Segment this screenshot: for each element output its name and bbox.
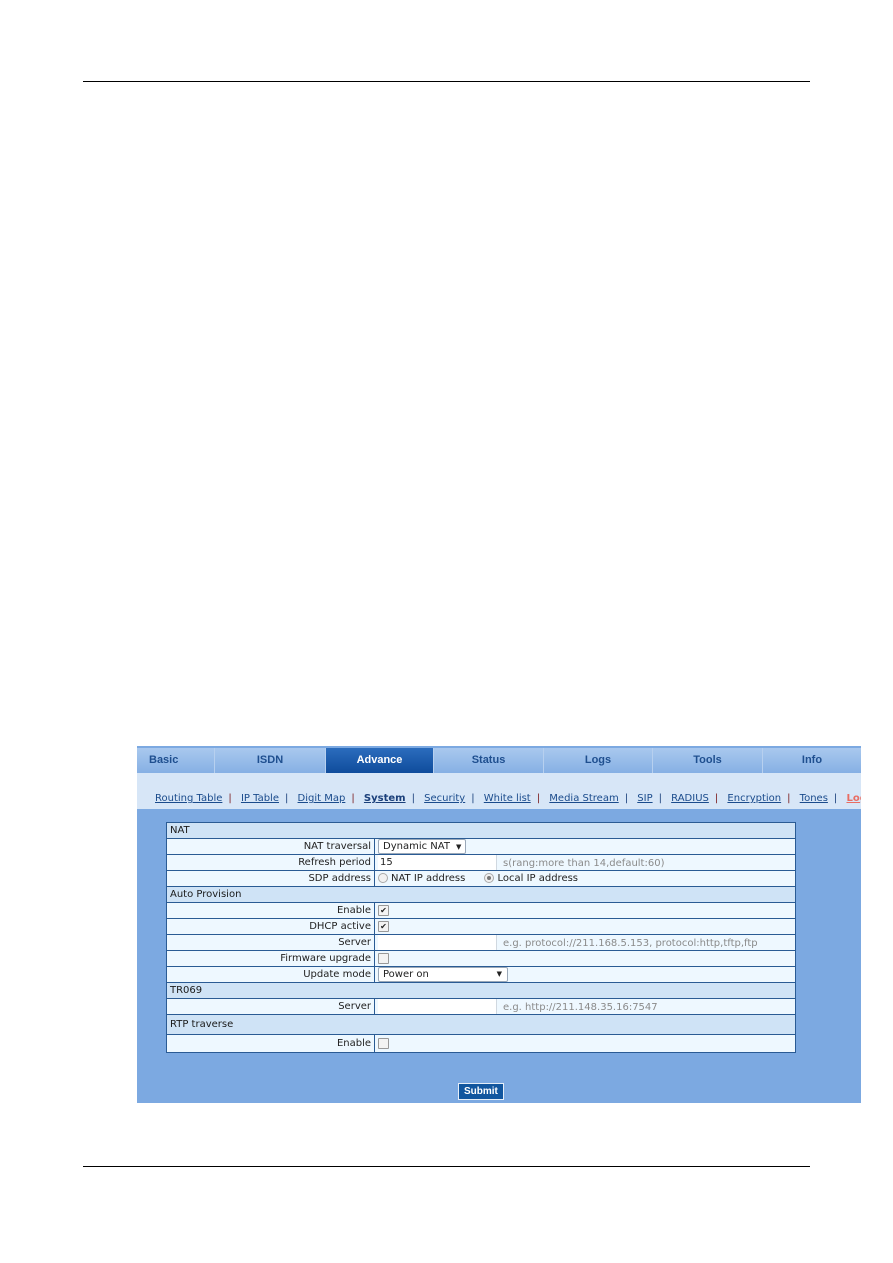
row-refresh-period: Refresh period 15 s(rang:more than 14,def… [166, 854, 796, 871]
subnav-digit-map[interactable]: Digit Map [298, 793, 346, 804]
subnav-encryption[interactable]: Encryption [727, 793, 781, 804]
tr069-server-input[interactable] [378, 999, 497, 1014]
separator: | [787, 793, 791, 804]
tab-isdn[interactable]: ISDN [215, 748, 326, 773]
dropdown-arrow-icon: ▼ [455, 843, 462, 851]
select-value: Dynamic NAT [383, 841, 450, 852]
auto-provision-server-hint: e.g. protocol://211.168.5.153, protocol:… [503, 937, 758, 949]
separator: | [471, 793, 475, 804]
field-label: Enable [166, 1034, 375, 1053]
field-label: Update mode [166, 966, 375, 983]
subnav-sip[interactable]: SIP [637, 793, 652, 804]
sdp-nat-ip-radio[interactable] [378, 873, 388, 883]
sdp-local-ip-radio[interactable] [484, 873, 495, 883]
tab-basic[interactable]: Basic [137, 748, 215, 773]
separator: | [228, 793, 232, 804]
system-settings-form: NAT NAT traversal Dynamic NAT ▼ Refresh p… [166, 822, 796, 1053]
auto-provision-enable-checkbox[interactable]: ✔ [378, 904, 389, 916]
tab-advance[interactable]: Advance [326, 748, 434, 773]
subnav-ip-table[interactable]: IP Table [241, 793, 279, 804]
subnav-media-stream[interactable]: Media Stream [549, 793, 618, 804]
sub-navigation: Routing Table | IP Table | Digit Map | Syst… [137, 773, 861, 809]
section-auto-provision: Auto Provision [166, 886, 796, 903]
subnav-tones[interactable]: Tones [800, 793, 828, 804]
subnav-routing-table[interactable]: Routing Table [155, 793, 222, 804]
radio-label: NAT IP address [391, 873, 466, 884]
field-label: NAT traversal [166, 838, 375, 855]
section-title: Auto Provision [166, 886, 796, 903]
row-nat-traversal: NAT traversal Dynamic NAT ▼ [166, 838, 796, 855]
footer-rule [83, 1166, 810, 1167]
subnav-security[interactable]: Security [424, 793, 465, 804]
section-nat: NAT [166, 822, 796, 839]
section-rtp-traverse: RTP traverse [166, 1014, 796, 1035]
field-label: DHCP active [166, 918, 375, 935]
row-ap-enable: Enable ✔ [166, 902, 796, 919]
rtp-traverse-enable-checkbox[interactable] [378, 1037, 389, 1049]
separator: | [411, 793, 415, 804]
field-label: Enable [166, 902, 375, 919]
tab-info[interactable]: Info [763, 748, 861, 773]
separator: | [284, 793, 289, 804]
tab-status[interactable]: Status [434, 748, 544, 773]
tab-logs[interactable]: Logs [544, 748, 653, 773]
check-icon: ✔ [380, 921, 387, 931]
check-icon: ✔ [380, 905, 387, 915]
tr069-server-hint: e.g. http://211.148.35.16:7547 [503, 1001, 658, 1013]
row-sdp-address: SDP address NAT IP address Local IP addr… [166, 870, 796, 887]
field-label: Server [166, 934, 375, 951]
separator: | [624, 793, 629, 804]
separator: | [714, 793, 719, 804]
subnav-system[interactable]: System [364, 793, 406, 804]
row-update-mode: Update mode Power on ▼ [166, 966, 796, 983]
section-title: RTP traverse [166, 1014, 796, 1035]
main-tabs: Basic ISDN Advance Status Logs Tools Inf… [137, 748, 861, 773]
section-title: TR069 [166, 982, 796, 999]
dhcp-active-checkbox[interactable]: ✔ [378, 920, 389, 932]
header-rule [83, 81, 810, 82]
field-label: SDP address [166, 870, 375, 887]
tab-tools[interactable]: Tools [653, 748, 763, 773]
logout-link[interactable]: Logout [846, 793, 861, 804]
refresh-period-input[interactable]: 15 [378, 855, 497, 870]
separator: | [536, 793, 541, 804]
separator: | [833, 793, 838, 804]
refresh-period-hint: s(rang:more than 14,default:60) [503, 857, 665, 869]
update-mode-select[interactable]: Power on ▼ [378, 967, 508, 982]
web-ui-screenshot: Basic ISDN Advance Status Logs Tools Inf… [137, 746, 861, 1103]
row-ap-server: Server e.g. protocol://211.168.5.153, pr… [166, 934, 796, 951]
auto-provision-server-input[interactable] [378, 935, 497, 950]
row-dhcp-active: DHCP active ✔ [166, 918, 796, 935]
separator: | [658, 793, 662, 804]
field-label: Refresh period [166, 854, 375, 871]
separator: | [351, 793, 355, 804]
row-tr069-server: Server e.g. http://211.148.35.16:7547 [166, 998, 796, 1015]
firmware-upgrade-checkbox[interactable] [378, 952, 389, 964]
subnav-white-list[interactable]: White list [484, 793, 531, 804]
radio-label: Local IP address [497, 873, 579, 884]
subnav-radius[interactable]: RADIUS [671, 793, 709, 804]
field-label: Firmware upgrade [166, 950, 375, 967]
field-label: Server [166, 998, 375, 1015]
section-title: NAT [166, 822, 796, 839]
select-value: Power on [383, 969, 429, 980]
dropdown-arrow-icon: ▼ [496, 970, 502, 978]
nat-traversal-select[interactable]: Dynamic NAT ▼ [378, 839, 467, 854]
row-firmware-upgrade: Firmware upgrade [166, 950, 796, 967]
submit-button[interactable]: Submit [458, 1083, 504, 1100]
section-tr069: TR069 [166, 982, 796, 999]
row-rtp-enable: Enable [166, 1034, 796, 1053]
